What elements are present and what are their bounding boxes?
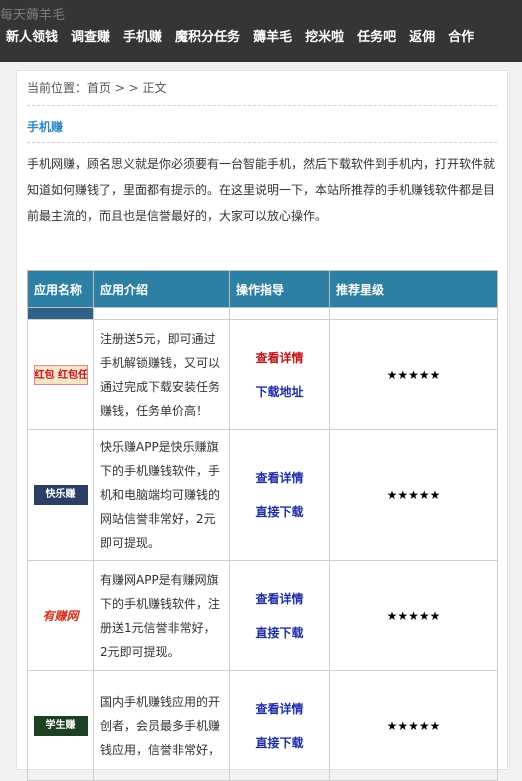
table-row: 有赚网 有赚网APP是有赚网旗下的手机赚钱软件，注册送1元信誉非常好，2元即可提… (27, 560, 498, 671)
app-logo[interactable]: 学生赚 (33, 715, 88, 736)
nav-item-haoyangmao[interactable]: 薅羊毛 (253, 29, 292, 51)
direct-download-link[interactable]: 直接下载 (230, 616, 329, 650)
intro-text: 手机网赚，顾名思义就是你必须要有一台智能手机，然后下载软件到手机内，打开软件就知… (27, 157, 496, 223)
table-row: 学生赚 国内手机赚钱应用的开创者，会员最多手机赚钱应用，信誉非常好， 查看详情 … (27, 670, 498, 781)
table-header-row: 应用名称 应用介绍 操作指导 推荐星级 (27, 270, 498, 308)
nav-item-mojifen[interactable]: 魔积分任务 (175, 29, 240, 51)
nav-item-hezuo[interactable]: 合作 (448, 29, 474, 51)
ops-cell: 查看详情 直接下载 (229, 429, 330, 561)
app-logo[interactable]: 快乐赚 (33, 485, 88, 505)
divider (27, 142, 497, 143)
app-logo-cell: 快乐赚 (27, 429, 94, 561)
app-logo-cell: 有赚网 (27, 560, 94, 671)
breadcrumb: 当前位置：首页 > > 正文 (27, 81, 167, 95)
app-logo[interactable]: 红包 红包任务 (33, 364, 88, 385)
star-rating: ★★★★★ (329, 319, 498, 430)
nav-item-diaocha[interactable]: 调查赚 (71, 29, 110, 51)
download-link[interactable]: 下载地址 (230, 375, 329, 409)
header-operation: 操作指导 (229, 270, 330, 308)
main-nav: 新人领钱 调查赚 手机赚 魔积分任务 薅羊毛 挖米啦 任务吧 返佣 合作 (0, 29, 522, 51)
direct-download-link[interactable]: 直接下载 (230, 495, 329, 529)
table-row: 红包 红包任务 注册送5元，即可通过手机解锁赚钱，又可以通过完成下载安装任务赚钱… (27, 319, 498, 430)
category-title[interactable]: 手机赚 (27, 118, 63, 135)
header-rating: 推荐星级 (329, 270, 498, 308)
app-desc: 快乐赚APP是快乐赚旗下的手机赚钱软件，手机和电脑端均可赚钱的网站信誉非常好，2… (93, 429, 230, 561)
app-table: 应用名称 应用介绍 操作指导 推荐星级 红包 红包任务 注册送5元，即可通过手机… (27, 270, 498, 781)
ops-cell: 查看详情 直接下载 (229, 560, 330, 671)
nav-item-wamila[interactable]: 挖米啦 (305, 29, 344, 51)
header-band (27, 307, 498, 320)
site-title[interactable]: 每天薅羊毛 (0, 4, 65, 23)
star-rating: ★★★★★ (329, 560, 498, 671)
header-app-intro: 应用介绍 (93, 270, 230, 308)
app-logo-cell: 学生赚 (27, 670, 94, 781)
nav-item-fanyong[interactable]: 返佣 (409, 29, 435, 51)
nav-item-renwuba[interactable]: 任务吧 (357, 29, 396, 51)
top-bar: 每天薅羊毛 新人领钱 调查赚 手机赚 魔积分任务 薅羊毛 挖米啦 任务吧 返佣 … (0, 0, 522, 62)
ops-cell: 查看详情 下载地址 (229, 319, 330, 430)
star-rating: ★★★★★ (329, 670, 498, 781)
header-app-name: 应用名称 (27, 270, 94, 308)
app-desc: 有赚网APP是有赚网旗下的手机赚钱软件，注册送1元信誉非常好，2元即可提现。 (93, 560, 230, 671)
nav-item-shouji[interactable]: 手机赚 (123, 29, 162, 51)
app-desc: 国内手机赚钱应用的开创者，会员最多手机赚钱应用，信誉非常好， (93, 670, 230, 781)
view-details-link[interactable]: 查看详情 (230, 692, 329, 726)
divider (27, 105, 497, 106)
view-details-link[interactable]: 查看详情 (230, 461, 329, 495)
content-panel: 当前位置：首页 > > 正文 手机赚 手机网赚，顾名思义就是你必须要有一台智能手… (16, 70, 508, 781)
table-row: 快乐赚 快乐赚APP是快乐赚旗下的手机赚钱软件，手机和电脑端均可赚钱的网站信誉非… (27, 429, 498, 561)
direct-download-link[interactable]: 直接下载 (230, 726, 329, 760)
nav-item-xinren[interactable]: 新人领钱 (6, 29, 58, 51)
app-logo[interactable]: 有赚网 (33, 605, 88, 626)
app-desc: 注册送5元，即可通过手机解锁赚钱，又可以通过完成下载安装任务赚钱，任务单价高！ (93, 319, 230, 430)
app-logo-cell: 红包 红包任务 (27, 319, 94, 430)
star-rating: ★★★★★ (329, 429, 498, 561)
ops-cell: 查看详情 直接下载 (229, 670, 330, 781)
view-details-link[interactable]: 查看详情 (230, 341, 329, 375)
view-details-link[interactable]: 查看详情 (230, 582, 329, 616)
